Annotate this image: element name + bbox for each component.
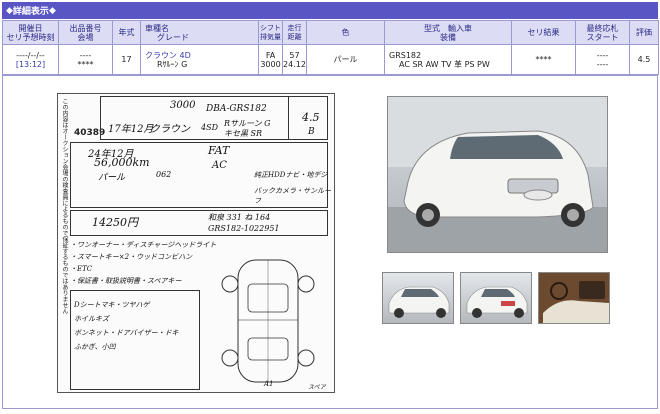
detail-page: ◆ 詳細表示 ◆ 開催日 セリ予想時刻 出品番号 会場 年式 車種名 グレード シフト… [0, 0, 660, 414]
cell-model: クラウン 4D Rｻﾙｰﾝ G [140, 44, 259, 75]
sheet-chassis: GRS182-1022951 [208, 224, 280, 233]
sheet-color: パール [98, 173, 126, 183]
detail-title-bar: ◆ 詳細表示 ◆ [2, 2, 658, 19]
col-header-type: 型式 輸入車 装備 [384, 20, 512, 45]
car-photo-icon [388, 97, 607, 252]
interior-photo-icon [539, 273, 609, 323]
diamond-icon: ◆ [48, 5, 56, 16]
col-header-model: 車種名 グレード [140, 20, 259, 45]
sheet-diagram-spare: スペア [308, 384, 326, 391]
sheet-inspection-1: Dシートマキ・ツヤハゲ [74, 301, 150, 309]
car-diagram-icon [221, 259, 315, 383]
col-header-rating: 評価 [629, 20, 659, 45]
sheet-transmission: FAT [208, 144, 230, 157]
car-front-photo[interactable] [387, 96, 608, 253]
sheet-price: 14250円 [92, 216, 138, 229]
sheet-diagram-a1: A1 [264, 380, 274, 388]
auction-sheet-image[interactable]: この内容はオークション会場の検査員によるもので保証するものではありません 403… [57, 93, 335, 393]
sheet-note-3: ・ETC [70, 265, 93, 273]
col-header-lot: 出品番号 会場 [58, 20, 113, 45]
cell-final: ---- ---- [575, 44, 630, 75]
sheet-note-4: ・保証書・取扱説明書・スペアキー [70, 277, 182, 285]
sheet-color-code: 062 [156, 170, 172, 179]
cell-year: 17 [112, 44, 141, 75]
table-header-row: 開催日 セリ予想時刻 出品番号 会場 年式 車種名 グレード シフト 排気量 走行 距離 … [2, 20, 659, 45]
car-photo-icon [466, 286, 528, 318]
col-header-final: 最終応札 スタート [575, 20, 630, 45]
cell-shift: FA 3000 [258, 44, 283, 75]
col-header-shift: シフト 排気量 [258, 20, 283, 45]
cell-date: ----/--/-- [13:12] [2, 44, 59, 75]
detail-title: 詳細表示 [12, 7, 49, 17]
sheet-doors: 4SD [201, 123, 218, 132]
col-header-result: セリ結果 [511, 20, 576, 45]
cell-result: **** [511, 44, 576, 75]
sheet-registration: 和泉 331 ね 164 [208, 213, 271, 222]
sheet-interior: B [308, 127, 315, 137]
thumbnail-interior[interactable] [538, 272, 610, 324]
vehicle-info-table: 開催日 セリ予想時刻 出品番号 会場 年式 車種名 グレード シフト 排気量 走行 距離 … [2, 20, 659, 75]
cell-type: GRS182 AC SR AW TV 革 PS PW [384, 44, 512, 75]
sheet-note-2: ・スマートキー×2・ウッドコンビハン [70, 253, 193, 261]
sheet-ac: AC [212, 160, 227, 171]
col-header-date: 開催日 セリ予想時刻 [2, 20, 59, 45]
sheet-displacement: 3000 [170, 100, 196, 111]
sheet-model: クラウン [150, 124, 190, 135]
thumbnail-rear[interactable] [460, 272, 532, 324]
cell-mileage: 57 24.12 [282, 44, 307, 75]
car-photo-icon [388, 286, 450, 318]
sheet-equipment-1: 純正HDDナビ・地デジ [254, 171, 328, 179]
table-row[interactable]: ----/--/-- [13:12] ---- **** 17 クラウン 4D Rｻﾙ… [2, 44, 659, 75]
sheet-inspection-2: ホイルキズ [74, 315, 109, 323]
sheet-inspection-3: ボンネット・ドアバイザー・ドキ [74, 329, 179, 337]
sheet-type-code: DBA-GRS182 [206, 104, 267, 114]
sheet-rating: 4.5 [302, 111, 320, 124]
cell-rating: 4.5 [629, 44, 659, 75]
diamond-icon: ◆ [6, 5, 13, 16]
sheet-year: 17年12月 [108, 124, 154, 135]
cell-lot: ---- **** [58, 44, 113, 75]
thumbnail-front[interactable] [382, 272, 454, 324]
sheet-inspection-4: ふかぎ、小凹 [74, 343, 116, 351]
col-header-color: 色 [306, 20, 385, 45]
col-header-year: 年式 [112, 20, 141, 45]
sheet-equipment-2: バックカメラ・サンルーフ [254, 187, 331, 205]
sheet-grade-2: キセ黒 SR [224, 129, 263, 138]
sheet-disclaimer: この内容はオークション会場の検査員によるもので保証するものではありません [61, 98, 68, 314]
sheet-note-1: ・ワンオーナー・ディスチャージヘッドライト [70, 241, 217, 249]
col-header-mileage: 走行 距離 [282, 20, 307, 45]
sheet-mileage: 56,000km [94, 156, 150, 169]
cell-color: パール [306, 44, 385, 75]
